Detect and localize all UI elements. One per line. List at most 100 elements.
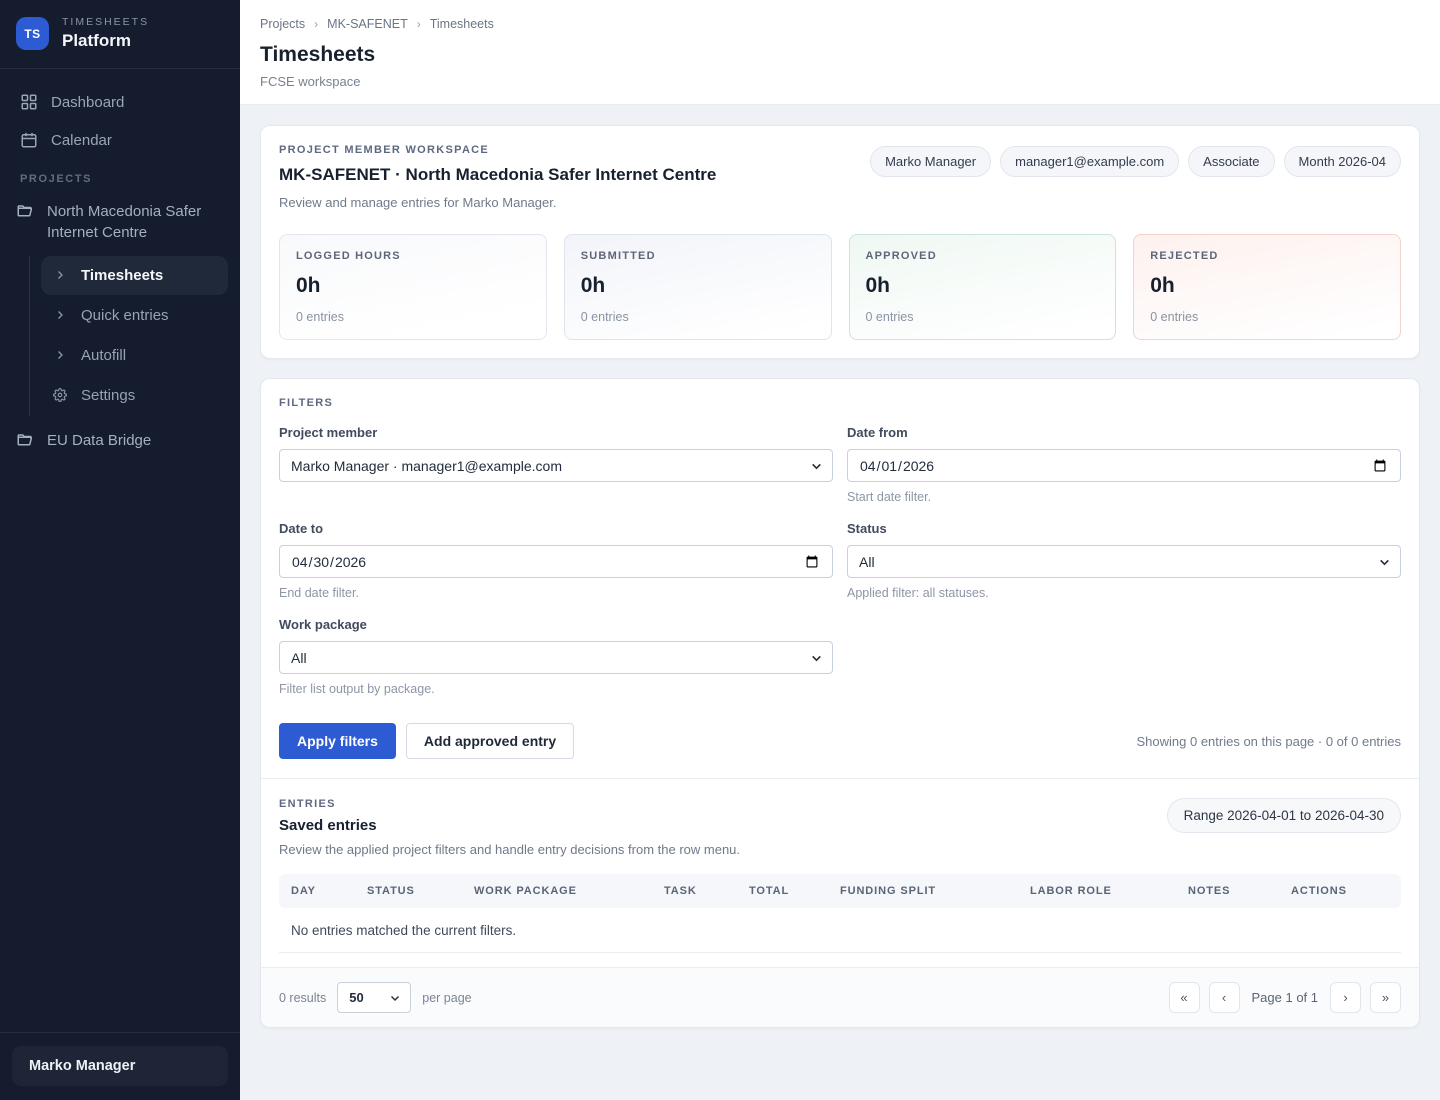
divider: [261, 778, 1419, 779]
sidebar-item-autofill[interactable]: Autofill: [41, 336, 228, 375]
project-name: North Macedonia Safer Internet Centre: [47, 201, 224, 244]
sidebar-item-calendar[interactable]: Calendar: [12, 121, 228, 159]
breadcrumb: Projects › MK-SAFENET › Timesheets: [260, 17, 1420, 31]
grid-icon: [20, 93, 38, 111]
last-page-button[interactable]: »: [1370, 982, 1401, 1013]
sidebar-item-label: Calendar: [51, 132, 112, 149]
sidebar-item-quick-entries[interactable]: Quick entries: [41, 296, 228, 335]
app-name: Platform: [62, 31, 149, 51]
field-helper: End date filter.: [279, 586, 833, 600]
next-page-button[interactable]: ›: [1330, 982, 1361, 1013]
workspace-badges: Marko Manager manager1@example.com Assoc…: [870, 144, 1401, 177]
column-header-funding-split: FUNDING SPLIT: [830, 874, 1020, 908]
previous-page-button[interactable]: ‹: [1209, 982, 1240, 1013]
per-page-select[interactable]: 50: [337, 982, 411, 1013]
breadcrumb-mk-safenet[interactable]: MK-SAFENET: [327, 17, 408, 31]
work-package-select[interactable]: All: [279, 641, 833, 674]
first-page-button[interactable]: «: [1169, 982, 1200, 1013]
member-email-badge: manager1@example.com: [1000, 146, 1179, 177]
stat-value: 0h: [1150, 274, 1384, 298]
filters-eyebrow: FILTERS: [279, 397, 1401, 409]
work-package-field: Work package All Filter list output by p…: [279, 617, 833, 696]
stat-sub: 0 entries: [581, 310, 815, 324]
entries-subtitle: Review the applied project filters and h…: [279, 842, 740, 857]
filters-grid: Project member Marko Manager · manager1@…: [279, 425, 1401, 696]
app-logo: TS: [16, 17, 49, 50]
results-count: 0 results: [279, 991, 326, 1005]
sidebar: TS TIMESHEETS Platform Dashboard Calenda…: [0, 0, 240, 1100]
stat-rejected: REJECTED 0h 0 entries: [1133, 234, 1401, 340]
chevron-right-icon: [53, 309, 67, 321]
gear-icon: [53, 388, 67, 402]
chevron-right-icon: ›: [417, 17, 421, 31]
date-to-field: Date to End date filter.: [279, 521, 833, 600]
stat-label: LOGGED HOURS: [296, 250, 530, 262]
entries-header: ENTRIES Saved entries Review the applied…: [279, 798, 1401, 857]
month-badge: Month 2026-04: [1284, 146, 1401, 177]
column-header-work-package: WORK PACKAGE: [464, 874, 654, 908]
stats-row: LOGGED HOURS 0h 0 entries SUBMITTED 0h 0…: [279, 234, 1401, 340]
app-header: TS TIMESHEETS Platform: [0, 0, 240, 69]
app-label: TIMESHEETS: [62, 16, 149, 28]
workspace-eyebrow: PROJECT MEMBER WORKSPACE: [279, 144, 716, 156]
empty-state-message: No entries matched the current filters.: [279, 908, 1401, 953]
stat-label: SUBMITTED: [581, 250, 815, 262]
folder-icon: [16, 201, 34, 221]
field-label: Project member: [279, 425, 833, 440]
column-header-total: TOTAL: [739, 874, 830, 908]
empty-state-row: No entries matched the current filters.: [279, 908, 1401, 953]
page-title: Timesheets: [260, 43, 1420, 67]
workspace-title: MK-SAFENET · North Macedonia Safer Inter…: [279, 165, 716, 185]
stat-value: 0h: [866, 274, 1100, 298]
breadcrumb-timesheets[interactable]: Timesheets: [430, 17, 494, 31]
sidebar-item-label: Settings: [81, 387, 135, 404]
stat-sub: 0 entries: [296, 310, 530, 324]
chevron-right-icon: [53, 349, 67, 361]
stat-sub: 0 entries: [866, 310, 1100, 324]
breadcrumb-projects[interactable]: Projects: [260, 17, 305, 31]
sidebar-item-label: Timesheets: [81, 267, 163, 284]
date-from-field: Date from Start date filter.: [847, 425, 1401, 504]
date-from-input[interactable]: [847, 449, 1401, 482]
status-select[interactable]: All: [847, 545, 1401, 578]
sidebar-item-label: Autofill: [81, 347, 126, 364]
stat-approved: APPROVED 0h 0 entries: [849, 234, 1117, 340]
project-member-select[interactable]: Marko Manager · manager1@example.com: [279, 449, 833, 482]
workspace-card: PROJECT MEMBER WORKSPACE MK-SAFENET · No…: [260, 125, 1420, 359]
member-name-badge: Marko Manager: [870, 146, 991, 177]
stat-submitted: SUBMITTED 0h 0 entries: [564, 234, 832, 340]
per-page-label: per page: [422, 991, 471, 1005]
apply-filters-button[interactable]: Apply filters: [279, 723, 396, 759]
sidebar-item-dashboard[interactable]: Dashboard: [12, 83, 228, 121]
status-field: Status All Applied filter: all statuses.: [847, 521, 1401, 600]
sidebar-project-mk-safenet[interactable]: North Macedonia Safer Internet Centre: [0, 191, 240, 250]
chevron-right-icon: ›: [314, 17, 318, 31]
stat-label: APPROVED: [866, 250, 1100, 262]
pager-controls: « ‹ Page 1 of 1 › »: [1169, 982, 1402, 1013]
field-label: Date to: [279, 521, 833, 536]
projects-section-label: PROJECTS: [0, 159, 240, 191]
sidebar-item-label: Dashboard: [51, 94, 124, 111]
sidebar-item-settings[interactable]: Settings: [41, 376, 228, 415]
column-header-labor-role: LABOR ROLE: [1020, 874, 1178, 908]
add-approved-entry-button[interactable]: Add approved entry: [406, 723, 574, 759]
page-indicator: Page 1 of 1: [1249, 990, 1322, 1005]
column-header-notes: NOTES: [1178, 874, 1281, 908]
sidebar-project-eu-data-bridge[interactable]: EU Data Bridge: [0, 420, 240, 457]
page-content: PROJECT MEMBER WORKSPACE MK-SAFENET · No…: [240, 105, 1440, 1100]
chevron-right-icon: [53, 269, 67, 281]
page-header: Projects › MK-SAFENET › Timesheets Times…: [240, 0, 1440, 105]
filter-actions: Apply filters Add approved entry Showing…: [279, 723, 1401, 759]
entries-table: DAY STATUS WORK PACKAGE TASK TOTAL FUNDI…: [279, 874, 1401, 953]
folder-icon: [16, 430, 34, 450]
date-to-input[interactable]: [279, 545, 833, 578]
stat-logged-hours: LOGGED HOURS 0h 0 entries: [279, 234, 547, 340]
field-label: Work package: [279, 617, 833, 632]
showing-summary: Showing 0 entries on this page · 0 of 0 …: [1137, 734, 1402, 749]
current-user-button[interactable]: Marko Manager: [12, 1046, 228, 1086]
sidebar-item-timesheets[interactable]: Timesheets: [41, 256, 228, 295]
page-subtitle: FCSE workspace: [260, 74, 1420, 89]
column-header-actions: ACTIONS: [1281, 874, 1401, 908]
column-header-task: TASK: [654, 874, 739, 908]
date-range-badge: Range 2026-04-01 to 2026-04-30: [1167, 798, 1401, 833]
